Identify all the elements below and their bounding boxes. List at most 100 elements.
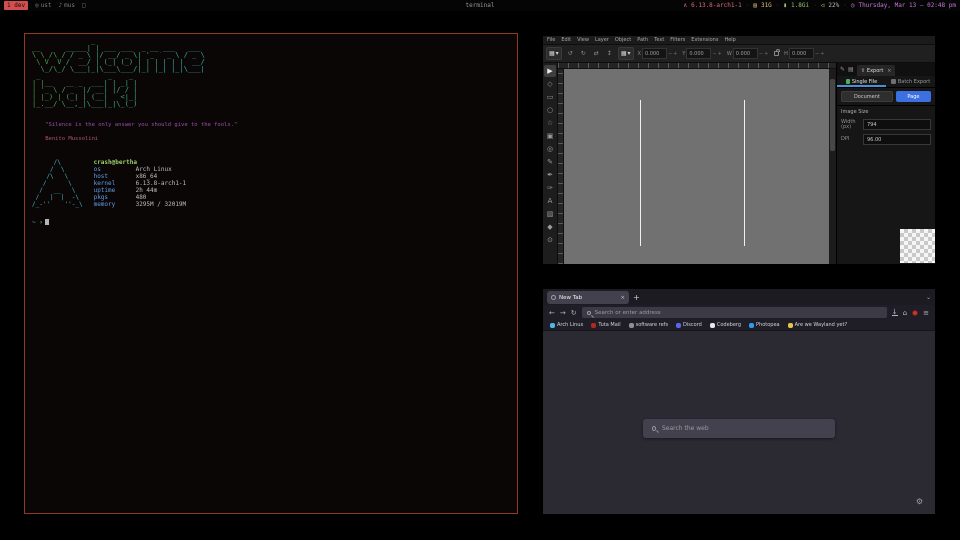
workspace-tag-mus[interactable]: ♪ mus <box>59 1 75 10</box>
workspace-tag-ust[interactable]: ◎ ust <box>35 1 51 10</box>
url-bar[interactable]: Search or enter address <box>582 307 887 318</box>
downloads-button[interactable]: ↓ <box>892 309 898 316</box>
export-preview-checkerboard <box>900 229 935 263</box>
bookmark-are-we-wayland-yet[interactable]: Are we Wayland yet? <box>788 322 847 328</box>
grid-icon: ▦ <box>549 50 555 57</box>
bookmark-codeberg[interactable]: Codeberg <box>710 322 741 328</box>
bookmark-folder-software-refs[interactable]: software refs <box>629 322 668 328</box>
url-placeholder: Search or enter address <box>595 310 661 316</box>
datetime: Thursday, Mar 13 — 02:48 pm <box>858 2 956 9</box>
extension-icon[interactable] <box>912 310 918 316</box>
gear-icon[interactable]: ⚙ <box>916 497 923 506</box>
ram-icon: ▮ <box>783 2 787 9</box>
discord-favicon <box>676 323 681 328</box>
menu-layer[interactable]: Layer <box>595 37 609 43</box>
tool-palette: ▶ ◇ ▭ ○ ☆ ▣ ◎ ✎ ✒ ✑ A ▧ ◆ ⊙ <box>543 63 558 264</box>
export-dock: ✎ ▤ ⇧ Export × Single File Batch Export <box>836 63 935 264</box>
pen-tool[interactable]: ✒ <box>544 169 556 181</box>
menu-edit[interactable]: Edit <box>561 37 571 43</box>
export-icon: ⇧ <box>861 68 865 74</box>
spiral-tool[interactable]: ◎ <box>544 143 556 155</box>
workspace-tag-4[interactable]: □ <box>82 1 86 10</box>
menu-extensions[interactable]: Extensions <box>691 37 718 43</box>
export-mode-tabs: Single File Batch Export <box>837 76 935 88</box>
menu-view[interactable]: View <box>577 37 589 43</box>
shell-prompt[interactable]: ~ › <box>32 219 510 226</box>
text-tool[interactable]: A <box>544 195 556 207</box>
y-coordinate-field[interactable]: Y 0.000 −+ <box>682 48 722 59</box>
page-border-right <box>744 100 745 246</box>
menu-help[interactable]: Help <box>724 37 735 43</box>
bookmark-arch-linux[interactable]: Arch Linux <box>550 322 583 328</box>
rotate-ccw-button[interactable]: ↺ <box>566 50 575 57</box>
scrollbar-thumb[interactable] <box>830 79 835 151</box>
chevron-down-icon: ▾ <box>556 50 559 57</box>
square-icon: □ <box>82 2 86 9</box>
forward-button[interactable]: → <box>560 309 566 317</box>
star-tool[interactable]: ☆ <box>544 117 556 129</box>
document-button[interactable]: Document <box>841 91 893 102</box>
node-tool[interactable]: ◇ <box>544 78 556 90</box>
bookmark-discord[interactable]: Discord <box>676 322 702 328</box>
rect-tool[interactable]: ▭ <box>544 91 556 103</box>
lock-ratio-icon[interactable] <box>774 51 779 56</box>
dpi-input[interactable]: 96.00 <box>863 134 931 145</box>
back-button[interactable]: ← <box>549 309 555 317</box>
flip-horizontal-button[interactable]: ⇄ <box>592 50 601 57</box>
close-tab-icon[interactable]: × <box>620 295 625 301</box>
tab-single-file[interactable]: Single File <box>837 76 886 87</box>
calligraphy-tool[interactable]: ✑ <box>544 182 556 194</box>
tab-batch-export[interactable]: Batch Export <box>886 76 935 87</box>
align-dropdown[interactable]: ▦ ▾ <box>618 47 634 60</box>
tool-controls-bar: ▦ ▾ ↺ ↻ ⇄ ↕ ▦ ▾ X 0.000 −+ Y 0.000 −+ W … <box>543 45 935 63</box>
terminal-window[interactable]: _ __ _____| | ___ ___ _ __ ___ ___ \ \ /… <box>24 33 518 514</box>
width-field[interactable]: W 0.000 −+ <box>727 48 769 59</box>
align-icon: ▦ <box>621 50 627 57</box>
workspace-tag-dev[interactable]: 1 dev <box>4 1 28 10</box>
swatches-icon[interactable]: ▤ <box>848 66 854 73</box>
page-button[interactable]: Page <box>896 91 931 102</box>
box3d-tool[interactable]: ▣ <box>544 130 556 142</box>
ascii-banner-welcome: _ __ _____| | ___ ___ _ __ ___ ___ \ \ /… <box>32 38 510 73</box>
dropper-tool[interactable]: ◆ <box>544 221 556 233</box>
ellipse-tool[interactable]: ○ <box>544 104 556 116</box>
x-coordinate-field[interactable]: X 0.000 −+ <box>638 48 679 59</box>
selector-tool[interactable]: ▶ <box>544 65 556 77</box>
export-dialog-tab[interactable]: ⇧ Export × <box>857 65 896 76</box>
export-scope-buttons: Document Page <box>837 88 935 105</box>
quote-line: "Silence is the only answer you should g… <box>32 115 510 150</box>
menu-object[interactable]: Object <box>615 37 631 43</box>
menu-button[interactable]: ≡ <box>923 309 929 317</box>
web-search-input[interactable]: Search the web <box>643 419 835 438</box>
selection-mode-dropdown[interactable]: ▦ ▾ <box>546 47 562 60</box>
list-tabs-icon[interactable]: ⌄ <box>926 294 931 301</box>
tab-new-tab[interactable]: New Tab × <box>547 291 629 304</box>
menu-file[interactable]: File <box>547 37 555 43</box>
bookmarks-bar: Arch Linux Tuta Mail software refs Disco… <box>543 320 935 331</box>
edit-icon[interactable]: ✎ <box>840 66 845 73</box>
bookmark-tuta-mail[interactable]: Tuta Mail <box>591 322 620 328</box>
new-tab-button[interactable]: + <box>633 294 640 302</box>
menu-path[interactable]: Path <box>637 37 648 43</box>
inkscape-menubar: File Edit View Layer Object Path Text Fi… <box>543 36 935 45</box>
status-bar: 1 dev ◎ ust ♪ mus □ terminal ∧ 6.13.8-ar… <box>0 0 960 11</box>
search-icon <box>587 311 591 315</box>
export-width-input[interactable]: 794 <box>863 119 931 130</box>
bookmark-photopea[interactable]: Photopea <box>749 322 780 328</box>
height-field[interactable]: H 0.000 −+ <box>784 48 825 59</box>
navigation-bar: ← → ↻ Search or enter address ↓ ⌂ ≡ <box>543 305 935 320</box>
canvas-scrollbar[interactable] <box>829 69 836 264</box>
menu-text[interactable]: Text <box>654 37 664 43</box>
reload-button[interactable]: ↻ <box>571 309 577 317</box>
volume-icon: ◁ <box>821 2 825 9</box>
rotate-cw-button[interactable]: ↻ <box>579 50 588 57</box>
home-button[interactable]: ⌂ <box>903 309 907 317</box>
zoom-tool[interactable]: ⊙ <box>544 234 556 246</box>
canvas[interactable] <box>564 69 829 264</box>
close-icon[interactable]: × <box>887 68 891 74</box>
menu-filters[interactable]: Filters <box>670 37 685 43</box>
flip-vertical-button[interactable]: ↕ <box>605 50 614 57</box>
quote-author: Benito Mussolini <box>45 136 98 142</box>
gradient-tool[interactable]: ▧ <box>544 208 556 220</box>
pencil-tool[interactable]: ✎ <box>544 156 556 168</box>
